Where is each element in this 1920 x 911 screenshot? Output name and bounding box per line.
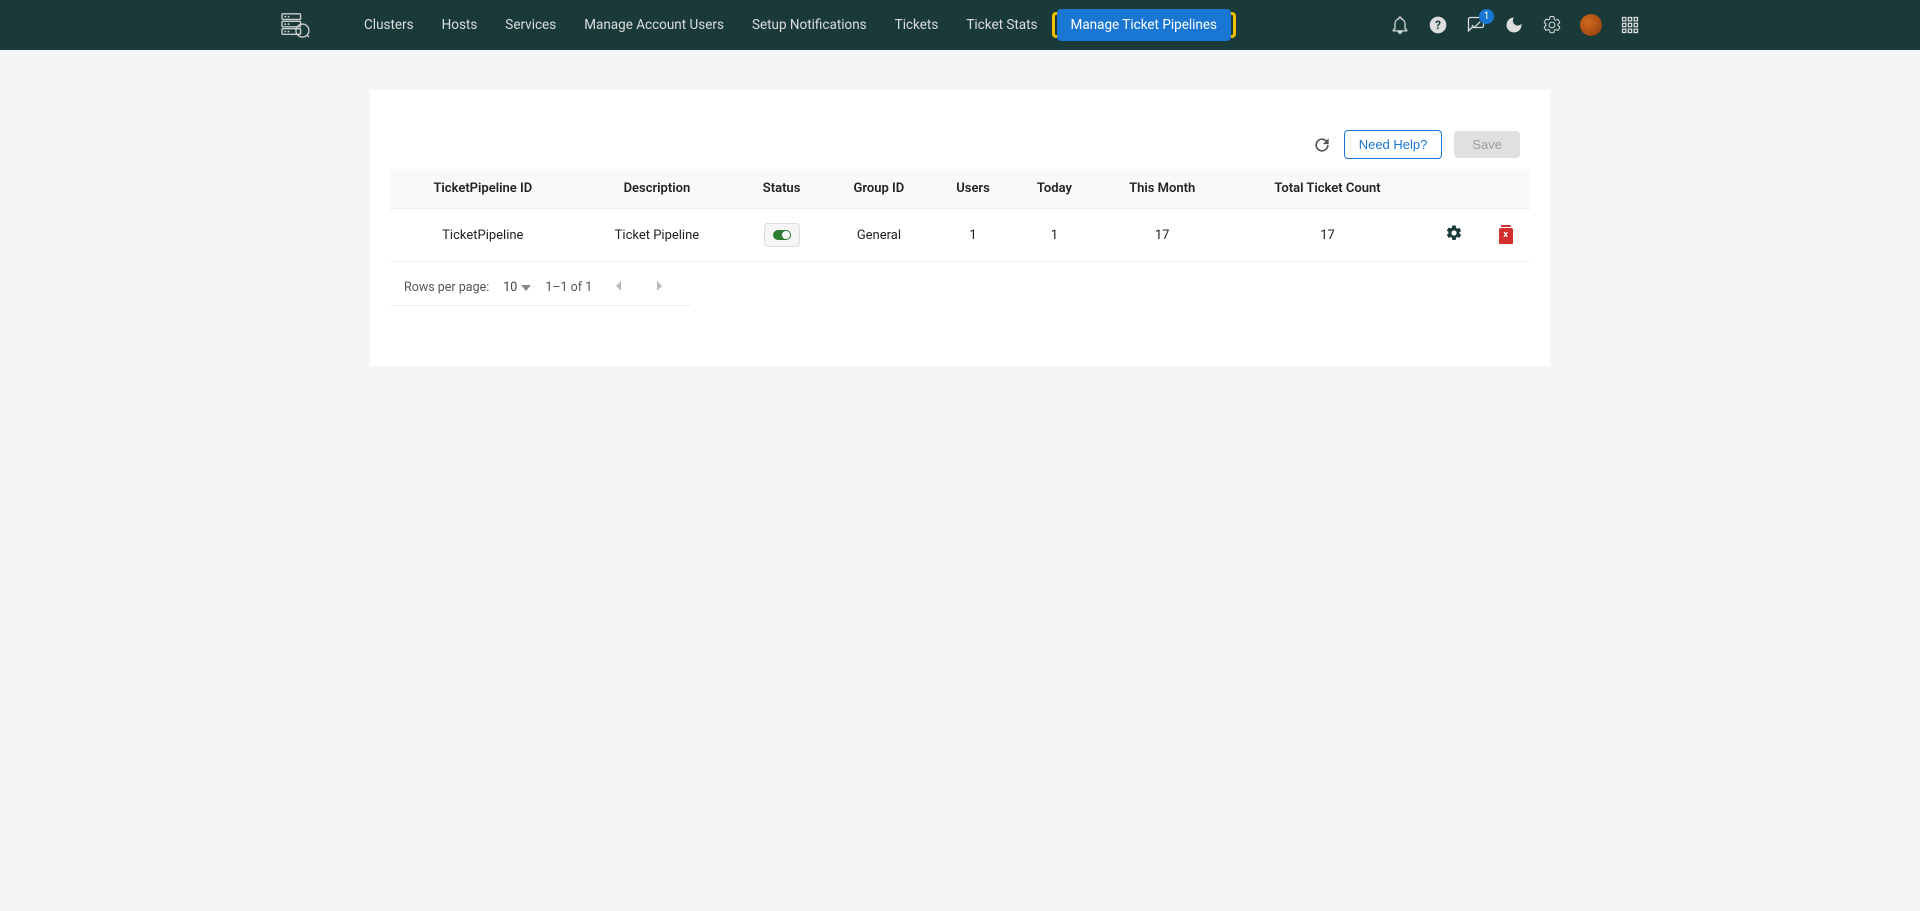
nav-hosts[interactable]: Hosts xyxy=(428,9,492,41)
col-users: Users xyxy=(933,169,1013,209)
cell-delete: x xyxy=(1481,209,1530,262)
cell-description: Ticket Pipeline xyxy=(576,209,739,262)
col-status: Status xyxy=(738,169,825,209)
delete-icon: x xyxy=(1499,228,1513,244)
content-card: Need Help? Save TicketPipeline ID Descri… xyxy=(370,90,1550,366)
col-today: Today xyxy=(1013,169,1096,209)
refresh-icon xyxy=(1312,135,1332,155)
main-nav: Clusters Hosts Services Manage Account U… xyxy=(350,9,1372,41)
chevron-right-icon xyxy=(654,281,664,291)
inbox-badge: 1 xyxy=(1479,9,1494,24)
pagination-range: 1–1 of 1 xyxy=(545,280,592,295)
rows-per-page-select[interactable]: 10 xyxy=(503,280,531,295)
nav-manage-account-users[interactable]: Manage Account Users xyxy=(570,9,738,41)
nav-clusters[interactable]: Clusters xyxy=(350,9,428,41)
settings-icon[interactable] xyxy=(1542,15,1562,35)
chevron-left-icon xyxy=(614,281,624,291)
cell-group: General xyxy=(825,209,933,262)
col-settings xyxy=(1426,169,1481,209)
table-header-row: TicketPipeline ID Description Status Gro… xyxy=(390,169,1530,209)
need-help-button[interactable]: Need Help? xyxy=(1344,130,1443,159)
toggle-on-icon xyxy=(773,230,791,240)
nav-manage-ticket-pipelines[interactable]: Manage Ticket Pipelines xyxy=(1057,9,1231,41)
apps-grid-icon[interactable] xyxy=(1620,15,1640,35)
col-description: Description xyxy=(576,169,739,209)
gear-icon xyxy=(1445,224,1463,242)
cell-settings xyxy=(1426,209,1481,262)
logo[interactable] xyxy=(280,12,310,38)
theme-toggle-icon[interactable] xyxy=(1504,15,1524,35)
inbox-icon[interactable]: 1 xyxy=(1466,15,1486,35)
chevron-down-icon xyxy=(521,285,531,291)
pagination-prev[interactable] xyxy=(606,276,632,299)
nav-tickets[interactable]: Tickets xyxy=(881,9,953,41)
col-total: Total Ticket Count xyxy=(1229,169,1427,209)
nav-highlight-frame: Manage Ticket Pipelines xyxy=(1052,12,1236,38)
cell-today: 1 xyxy=(1013,209,1096,262)
nav-setup-notifications[interactable]: Setup Notifications xyxy=(738,9,881,41)
row-delete-button[interactable]: x xyxy=(1499,226,1513,241)
nav-services[interactable]: Services xyxy=(491,9,570,41)
pagination: Rows per page: 10 1–1 of 1 xyxy=(390,262,690,306)
cell-id: TicketPipeline xyxy=(390,209,576,262)
cell-month: 17 xyxy=(1096,209,1229,262)
col-month: This Month xyxy=(1096,169,1229,209)
avatar[interactable] xyxy=(1580,14,1602,36)
status-toggle[interactable] xyxy=(764,223,800,247)
nav-ticket-stats[interactable]: Ticket Stats xyxy=(952,9,1051,41)
server-logo-icon xyxy=(280,12,310,38)
table-row: TicketPipeline Ticket Pipeline General 1… xyxy=(390,209,1530,262)
card-toolbar: Need Help? Save xyxy=(390,130,1530,159)
notifications-bell-icon[interactable] xyxy=(1390,15,1410,35)
save-button: Save xyxy=(1454,131,1520,158)
avatar-image xyxy=(1580,14,1602,36)
cell-users: 1 xyxy=(933,209,1013,262)
cell-total: 17 xyxy=(1229,209,1427,262)
pagination-next[interactable] xyxy=(646,276,672,299)
rows-per-page-label: Rows per page: xyxy=(404,280,489,295)
pipelines-table: TicketPipeline ID Description Status Gro… xyxy=(390,169,1530,262)
rows-per-page-value: 10 xyxy=(503,280,517,295)
col-delete xyxy=(1481,169,1530,209)
help-icon[interactable]: ? xyxy=(1428,15,1448,35)
svg-text:?: ? xyxy=(1435,18,1441,32)
col-id: TicketPipeline ID xyxy=(390,169,576,209)
row-settings-button[interactable] xyxy=(1445,231,1463,246)
header-icons: ? 1 xyxy=(1390,14,1640,36)
cell-status xyxy=(738,209,825,262)
refresh-button[interactable] xyxy=(1312,135,1332,155)
col-group: Group ID xyxy=(825,169,933,209)
